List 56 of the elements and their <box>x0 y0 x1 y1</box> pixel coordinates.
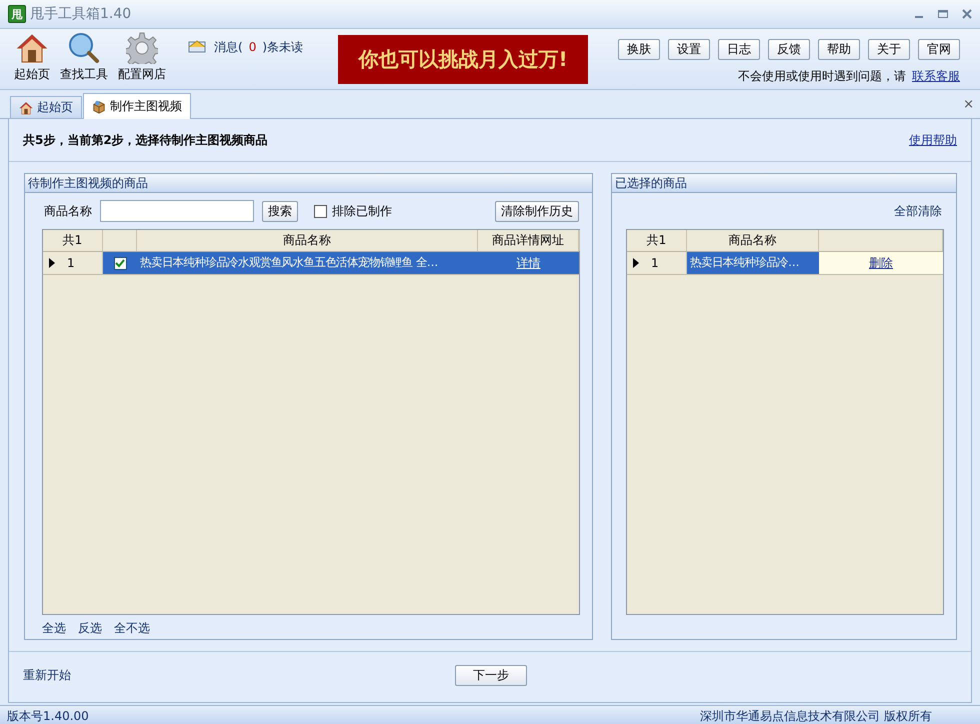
window-title: 甩手工具箱1.40 <box>30 5 132 23</box>
step-title: 共5步，当前第2步，选择待制作主图视频商品 <box>23 132 268 148</box>
close-tab-button[interactable]: × <box>963 96 974 112</box>
box-icon <box>92 100 106 114</box>
row-pointer-icon <box>49 258 55 268</box>
help-text: 不会使用或使用时遇到问题，请 <box>738 68 906 85</box>
house-icon <box>19 100 33 114</box>
tab[interactable]: 制作主图视频 <box>83 93 191 119</box>
version-text: 版本号1.40.00 <box>7 708 89 724</box>
search-field[interactable] <box>100 200 254 222</box>
toolbar-button[interactable]: 官网 <box>918 39 960 60</box>
panel-title: 已选择的商品 <box>612 174 956 193</box>
help-link[interactable]: 使用帮助 <box>909 132 957 148</box>
tab[interactable]: 起始页 <box>10 96 82 118</box>
toolbar-button[interactable]: 换肤 <box>618 39 660 60</box>
select-link[interactable]: 全选 <box>42 620 66 637</box>
table-cell: 热卖日本纯种珍品冷水观赏鱼风水鱼五色活体宠物锦鲤鱼 全… <box>137 252 478 274</box>
toolbar-button[interactable]: 日志 <box>718 39 760 60</box>
checkbox-label: 排除已制作 <box>332 202 392 220</box>
next-button[interactable]: 下一步 <box>455 664 527 686</box>
house-icon <box>16 32 48 64</box>
table-row[interactable]: 1 热卖日本纯种珍品冷水观赏鱼风水鱼五色活体宠物锦鲤鱼 全… 详情 <box>43 252 579 275</box>
search-icon <box>68 32 100 64</box>
envelope-icon <box>188 39 206 53</box>
contact-link[interactable]: 联系客服 <box>912 68 960 85</box>
clear-history-button[interactable]: 清除制作历史 <box>495 200 579 222</box>
select-link[interactable]: 全不选 <box>114 620 150 637</box>
toolbar-button[interactable]: 反馈 <box>768 39 810 60</box>
table-row[interactable]: 1 热卖日本纯种珍品冷… 删除 <box>627 252 943 275</box>
checkbox[interactable] <box>314 204 327 218</box>
toolbar-button[interactable]: 关于 <box>868 39 910 60</box>
row-pointer-icon <box>633 258 639 268</box>
select-link[interactable]: 反选 <box>78 620 102 637</box>
gear-icon <box>126 32 158 64</box>
detail-link[interactable]: 详情 <box>516 256 540 270</box>
promo-banner[interactable]: 你也可以挑战月入过万! <box>338 35 588 84</box>
toolbar-button[interactable]: 查找工具 <box>58 32 110 89</box>
app-logo: 甩 <box>8 5 26 23</box>
toolbar-button[interactable]: 帮助 <box>818 39 860 60</box>
close-icon[interactable] <box>962 9 972 19</box>
toolbar-button[interactable]: 起始页 <box>12 32 52 89</box>
panel-title: 待制作主图视频的商品 <box>25 174 592 193</box>
delete-link[interactable]: 删除 <box>869 256 893 270</box>
maximize-icon[interactable] <box>938 9 948 19</box>
message-count[interactable]: 消息( 0 )条未读 <box>214 39 304 56</box>
restart-link[interactable]: 重新开始 <box>23 666 455 684</box>
clear-all-link[interactable]: 全部清除 <box>894 202 942 220</box>
row-number: 1 <box>67 255 75 272</box>
search-button[interactable]: 搜索 <box>262 200 298 222</box>
copyright-text: 深圳市华通易点信息技术有限公司 版权所有 <box>700 708 932 724</box>
toolbar-button[interactable]: 设置 <box>668 39 710 60</box>
field-label: 商品名称 <box>44 202 92 220</box>
table-cell: 热卖日本纯种珍品冷… <box>687 252 819 274</box>
checkbox[interactable] <box>114 256 126 270</box>
row-number: 1 <box>651 255 659 272</box>
toolbar-button[interactable]: 配置网店 <box>116 32 168 89</box>
